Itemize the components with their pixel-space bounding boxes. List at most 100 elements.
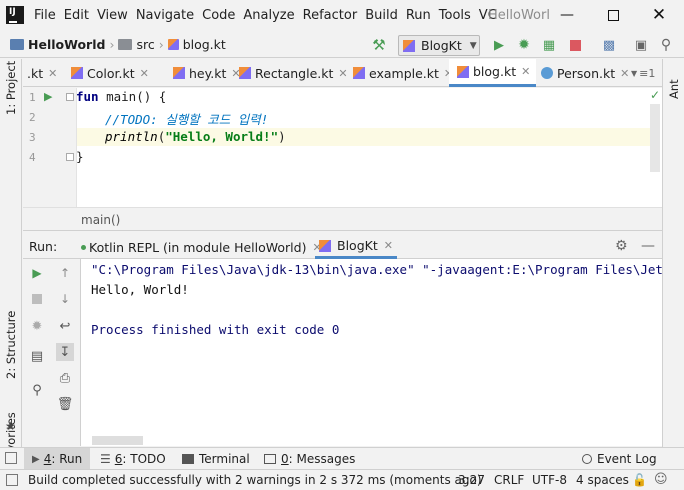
- kotlin-config-icon: [319, 239, 331, 252]
- close-tab-icon[interactable]: ✕: [48, 67, 57, 80]
- editor-tab[interactable]: hey.kt ✕: [173, 59, 241, 87]
- editor-scrollbar[interactable]: [650, 104, 660, 172]
- star-icon: ★: [5, 419, 16, 433]
- kotlin-file-icon: [353, 67, 365, 79]
- menu-bar: File Edit View Navigate Code Analyze Ref…: [34, 8, 505, 23]
- fold-icon[interactable]: [66, 153, 74, 161]
- chevron-right-icon: ›: [109, 37, 115, 52]
- menu-tools[interactable]: Tools: [439, 8, 471, 23]
- kotlin-class-icon: [541, 67, 553, 79]
- menu-analyze[interactable]: Analyze: [243, 8, 294, 23]
- stop-icon[interactable]: [28, 290, 46, 308]
- status-message[interactable]: Build completed successfully with 2 warn…: [28, 473, 482, 487]
- editor-tab[interactable]: .kt ✕: [23, 59, 67, 87]
- menu-run[interactable]: Run: [406, 8, 431, 23]
- run-tab-blogkt[interactable]: BlogKt ✕: [315, 235, 397, 259]
- scroll-up-icon[interactable]: ↑: [56, 264, 74, 282]
- close-tab-icon[interactable]: ✕: [620, 67, 629, 80]
- run-tab-kotlin-repl[interactable]: Kotlin REPL (in module HelloWorld) ✕: [81, 235, 322, 259]
- close-tab-icon[interactable]: ✕: [140, 67, 149, 80]
- maximize-button[interactable]: [590, 0, 636, 30]
- debug-bug-icon[interactable]: ✹: [515, 36, 533, 54]
- ant-tool-button[interactable]: Ant: [667, 79, 681, 99]
- editor-tab[interactable]: Rectangle.kt ✕: [239, 59, 348, 87]
- project-structure-icon[interactable]: ▩: [600, 36, 618, 54]
- breadcrumb-project[interactable]: HelloWorld: [28, 37, 105, 52]
- scroll-down-icon[interactable]: ↓: [56, 290, 74, 308]
- fold-icon[interactable]: [66, 93, 74, 101]
- restore-layout-icon[interactable]: ✹: [28, 317, 46, 335]
- tool-tab-label: : Run: [51, 452, 83, 466]
- line-separator[interactable]: CRLF: [494, 473, 524, 487]
- editor-tab-active[interactable]: blog.kt ✕: [449, 59, 537, 87]
- tab-label: hey.kt: [189, 65, 227, 81]
- editor-tab[interactable]: example.kt✕: [353, 59, 453, 87]
- search-icon[interactable]: ⚲: [657, 36, 675, 54]
- console-horizontal-scrollbar[interactable]: [92, 436, 143, 445]
- tab-label: .kt: [27, 65, 44, 81]
- indent-setting[interactable]: 4 spaces: [576, 473, 629, 487]
- terminal-toolbar-icon[interactable]: ▣: [632, 36, 650, 54]
- layout-icon[interactable]: ▤: [28, 347, 46, 365]
- line-number: 2: [29, 111, 36, 124]
- kotlin-config-icon: [403, 39, 415, 52]
- stop-icon[interactable]: [566, 36, 584, 54]
- kotlin-file-icon: [173, 67, 185, 79]
- minimize-button[interactable]: —: [544, 0, 590, 30]
- kotlin-repl-icon: [81, 244, 86, 250]
- list-icon: ☰: [100, 452, 111, 466]
- close-tab-icon[interactable]: ✕: [521, 65, 530, 78]
- editor-tab[interactable]: Color.kt ✕: [69, 59, 149, 87]
- tool-tab-run[interactable]: ▶ 4: Run: [24, 448, 91, 470]
- tool-tab-messages[interactable]: 0: Messages: [264, 448, 355, 470]
- close-button[interactable]: ✕: [636, 0, 682, 30]
- tool-tab-label: : TODO: [122, 452, 166, 466]
- project-tool-button[interactable]: 1: Project: [4, 61, 18, 115]
- menu-edit[interactable]: Edit: [64, 8, 89, 23]
- tool-tab-todo[interactable]: ☰ 6: TODO: [100, 448, 166, 470]
- scroll-to-end-icon[interactable]: ↧: [56, 343, 74, 361]
- print-icon[interactable]: ⎙: [56, 369, 74, 387]
- inspector-face-icon[interactable]: ☺: [654, 472, 668, 487]
- menu-code[interactable]: Code: [202, 8, 235, 23]
- close-tab-icon[interactable]: ✕: [338, 67, 347, 80]
- editor-tab[interactable]: Person.kt ✕: [541, 59, 629, 87]
- code-line-2: //TODO: 실행할 코드 입력!: [105, 109, 268, 128]
- menu-build[interactable]: Build: [365, 8, 398, 23]
- menu-navigate[interactable]: Navigate: [136, 8, 194, 23]
- gear-icon[interactable]: ⚙: [615, 238, 628, 254]
- breadcrumb-file[interactable]: blog.kt: [183, 37, 226, 52]
- event-log-button[interactable]: Event Log: [582, 448, 657, 470]
- console-output[interactable]: "C:\Program Files\Java\jdk-13\bin\java.e…: [81, 259, 662, 446]
- tool-window-toggle-icon[interactable]: [5, 452, 17, 464]
- tool-tab-terminal[interactable]: Terminal: [182, 448, 250, 470]
- status-toggle-icon[interactable]: [6, 474, 18, 486]
- line-number: 1: [29, 91, 36, 104]
- hide-panel-icon[interactable]: —: [641, 238, 655, 254]
- menu-view[interactable]: View: [97, 8, 128, 23]
- pin-icon[interactable]: ⚲: [28, 381, 46, 399]
- menu-file[interactable]: File: [34, 8, 56, 23]
- rerun-icon[interactable]: ▶: [28, 264, 46, 282]
- caret-position[interactable]: 3:27: [458, 473, 485, 487]
- code-editor[interactable]: [23, 88, 662, 207]
- soft-wrap-icon[interactable]: ↩: [56, 317, 74, 335]
- structure-tool-button[interactable]: 2: Structure: [4, 311, 18, 379]
- run-icon[interactable]: ▶: [490, 36, 508, 54]
- lock-icon[interactable]: 🔓: [632, 473, 647, 487]
- trash-icon[interactable]: 🗑: [56, 395, 74, 413]
- breadcrumb-function[interactable]: main(): [81, 213, 120, 227]
- run-with-coverage-icon[interactable]: ▦: [540, 36, 558, 54]
- build-hammer-icon[interactable]: ⚒: [370, 36, 388, 54]
- menu-refactor[interactable]: Refactor: [303, 8, 358, 23]
- inspection-ok-icon[interactable]: ✓: [650, 88, 660, 102]
- code-text: ): [278, 129, 286, 144]
- run-configuration-select[interactable]: BlogKt ▼: [398, 35, 480, 56]
- run-gutter-icon[interactable]: ▶: [44, 90, 52, 103]
- todo-comment: //TODO: 실행할 코드 입력!: [105, 112, 269, 127]
- close-tab-icon[interactable]: ✕: [384, 239, 393, 252]
- file-encoding[interactable]: UTF-8: [532, 473, 567, 487]
- breadcrumb-folder[interactable]: src: [136, 37, 154, 52]
- tabs-overflow-button[interactable]: ▼ ≡1: [631, 59, 655, 87]
- left-tool-strip: 1: Project 2: Structure 2: Favorites ★: [0, 59, 22, 479]
